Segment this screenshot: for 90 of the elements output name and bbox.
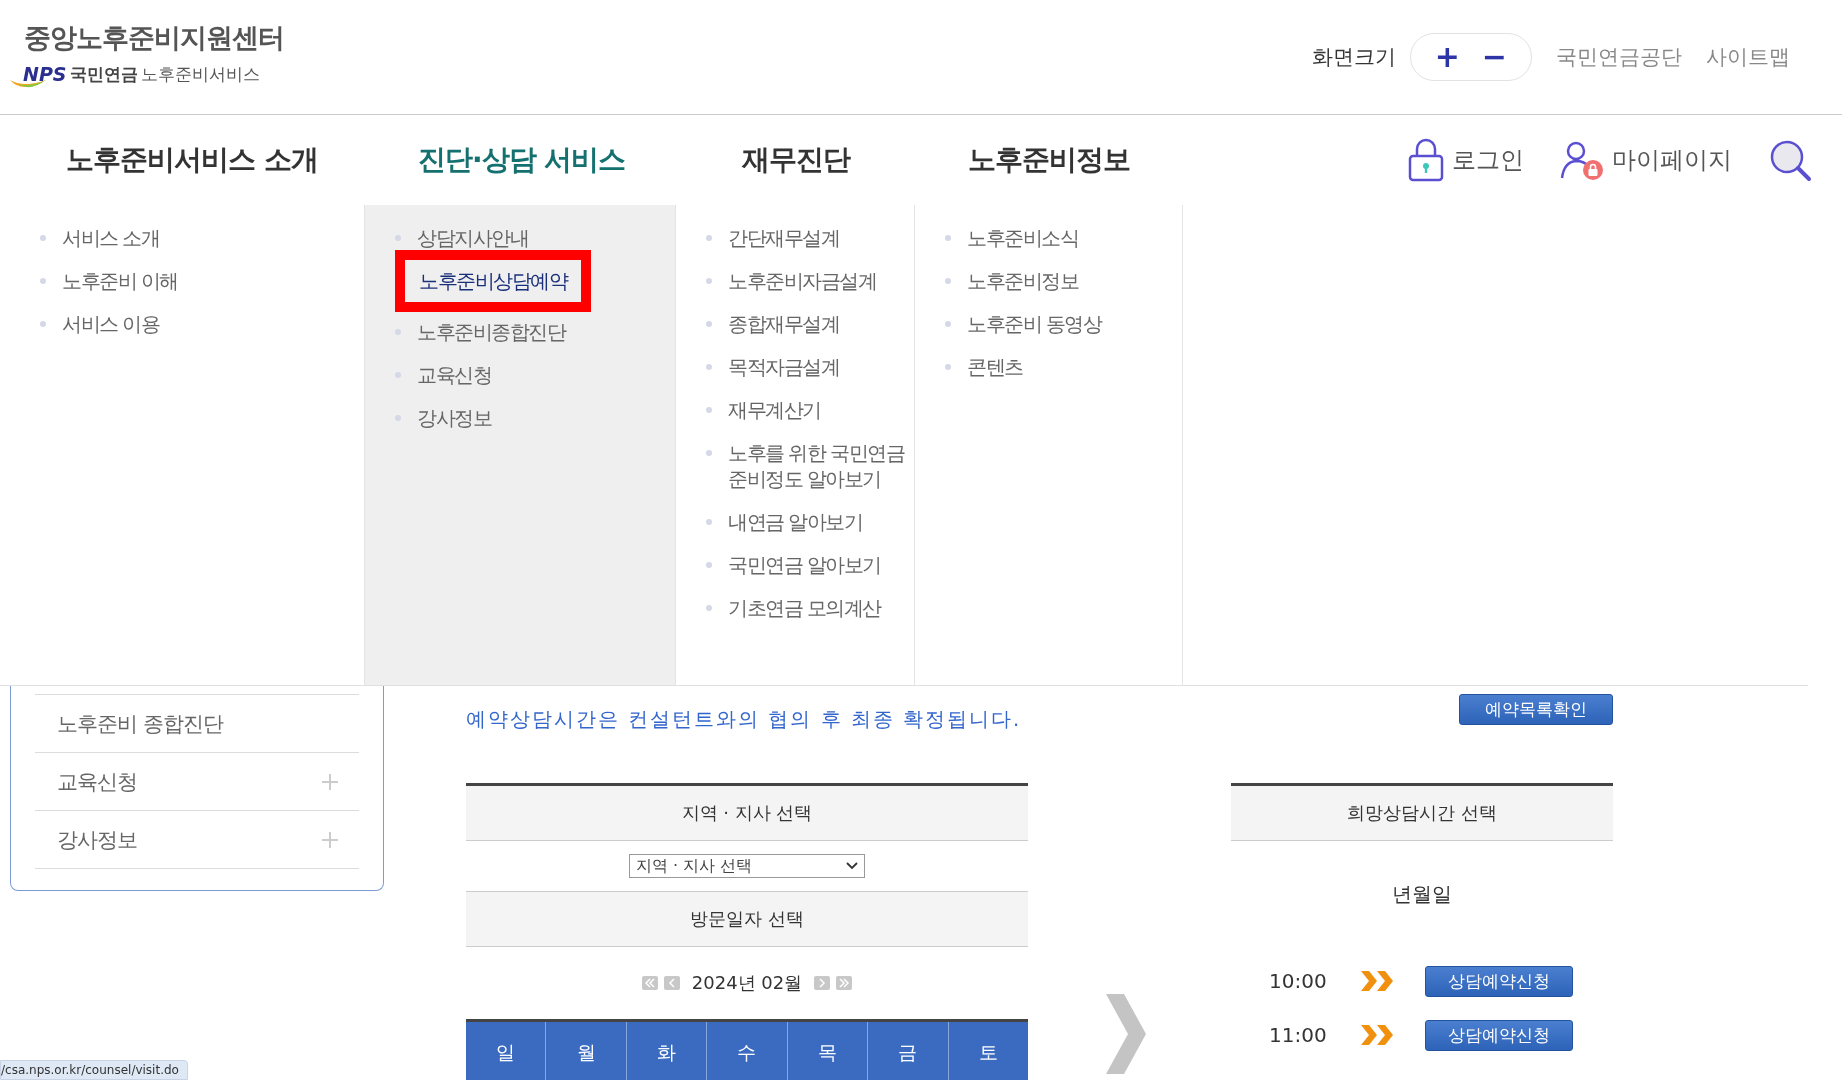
- bullet-icon: [945, 321, 951, 327]
- nav-menu-item[interactable]: 진단·상담 서비스: [418, 141, 742, 179]
- reservation-list-button[interactable]: 예약목록확인: [1459, 694, 1613, 725]
- submenu-item[interactable]: 국민연금 알아보기: [728, 552, 881, 578]
- nav-menu-item[interactable]: 재무진단: [742, 141, 968, 179]
- submenu-item[interactable]: 노후준비자금설계: [728, 268, 876, 294]
- submenu-item[interactable]: 목적자금설계: [728, 354, 839, 380]
- logo-title[interactable]: 중앙노후준비지원센터: [24, 20, 284, 56]
- double-left-icon[interactable]: [641, 976, 658, 990]
- bullet-icon: [395, 235, 401, 241]
- bullet-icon: [945, 278, 951, 284]
- submenu-item[interactable]: 서비스 소개: [62, 225, 160, 251]
- sidebar-item[interactable]: 교육신청: [57, 767, 137, 796]
- submenu-item[interactable]: 노후준비소식: [967, 225, 1078, 251]
- submenu-item[interactable]: 노후준비종합진단: [417, 319, 565, 345]
- reserve-button[interactable]: 상담예약신청: [1425, 965, 1573, 997]
- time-label: 11:00: [1269, 1023, 1328, 1047]
- weekday-header: 수: [707, 1022, 788, 1080]
- submenu-item[interactable]: 콘텐츠: [967, 354, 1023, 380]
- chevron-down-icon: [846, 862, 858, 870]
- notice-text: 예약상담시간은 컨설턴트와의 협의 후 최종 확정됩니다.: [466, 707, 1023, 733]
- bullet-icon: [945, 364, 951, 370]
- bullet-icon: [706, 605, 712, 611]
- submenu-item[interactable]: 종합재무설계: [728, 311, 839, 337]
- time-label: 10:00: [1269, 969, 1328, 993]
- weekday-header: 일: [466, 1022, 547, 1080]
- weekday-header: 토: [948, 1022, 1028, 1080]
- sidebar-item[interactable]: 노후준비 종합진단: [57, 709, 223, 738]
- bullet-icon: [395, 415, 401, 421]
- weekday-header: 화: [626, 1022, 708, 1080]
- header-link[interactable]: 사이트맵: [1706, 43, 1790, 71]
- bullet-icon: [40, 278, 46, 284]
- logo-org: 국민연금: [69, 62, 138, 86]
- logo-service: 노후준비서비스: [140, 62, 260, 86]
- bullet-icon: [40, 235, 46, 241]
- submenu-item[interactable]: 노후를 위한 국민연금 준비정도 알아보기: [728, 440, 908, 492]
- region-select[interactable]: 지역 · 지사 선택: [629, 854, 865, 878]
- submenu-item[interactable]: 내연금 알아보기: [728, 509, 863, 535]
- submenu-item[interactable]: 노후준비 동영상: [967, 311, 1102, 337]
- weekday-header: 월: [546, 1022, 627, 1080]
- date-label: 년월일: [1391, 881, 1453, 908]
- double-right-icon[interactable]: [836, 976, 853, 990]
- reserve-button[interactable]: 상담예약신청: [1425, 1019, 1573, 1051]
- bullet-icon: [40, 321, 46, 327]
- bullet-icon: [706, 278, 712, 284]
- table-header: 지역 · 지사 선택: [466, 786, 1028, 841]
- submenu-item[interactable]: 서비스 이용: [62, 311, 160, 337]
- submenu-item[interactable]: 기초연금 모의계산: [728, 595, 881, 621]
- bullet-icon: [395, 329, 401, 335]
- zoom-in-button[interactable]: +: [1428, 40, 1466, 74]
- nav-action-link[interactable]: 로그인: [1452, 144, 1524, 176]
- nav-menu-item[interactable]: 노후준비서비스 소개: [66, 141, 418, 179]
- submenu-item[interactable]: 재무계산기: [728, 397, 821, 423]
- nav-menu-item[interactable]: 노후준비정보: [968, 141, 1130, 179]
- header-link[interactable]: 국민연금공단: [1556, 43, 1682, 71]
- submenu-item[interactable]: 노후준비정보: [967, 268, 1078, 294]
- chevron-right-icon: [1106, 994, 1146, 1074]
- zoom-out-button[interactable]: −: [1475, 40, 1513, 74]
- submenu-item[interactable]: 강사정보: [417, 405, 491, 431]
- bullet-icon: [706, 364, 712, 370]
- submenu-item[interactable]: 노후준비 이해: [62, 268, 178, 294]
- bullet-icon: [706, 407, 712, 413]
- bullet-icon: [706, 562, 712, 568]
- table-header: 희망상담시간 선택: [1231, 786, 1613, 841]
- search-icon[interactable]: [1768, 138, 1812, 182]
- bullet-icon: [706, 450, 712, 456]
- left-icon[interactable]: [663, 976, 680, 990]
- logo-brand: NPS: [23, 63, 67, 85]
- double-chevron-icon: [1359, 969, 1395, 993]
- sidebar-item[interactable]: 강사정보: [57, 825, 137, 854]
- bullet-icon: [706, 235, 712, 241]
- weekday-header: 목: [787, 1022, 869, 1080]
- table-header: 방문일자 선택: [466, 892, 1028, 947]
- double-chevron-icon: [1359, 1023, 1395, 1047]
- status-url: /csa.nps.or.kr/counsel/visit.do: [0, 1060, 188, 1080]
- month-label: 2024년 02월: [691, 971, 803, 995]
- submenu-item[interactable]: 간단재무설계: [728, 225, 839, 251]
- submenu-item[interactable]: 상담지사안내: [417, 225, 528, 251]
- font-size-label: 화면크기: [1311, 44, 1396, 71]
- weekday-header: 금: [868, 1022, 949, 1080]
- bullet-icon: [706, 321, 712, 327]
- nav-action-link[interactable]: 마이페이지: [1612, 144, 1732, 176]
- swoosh-icon: [10, 80, 46, 88]
- right-icon[interactable]: [814, 976, 831, 990]
- user-lock-icon: [1560, 140, 1604, 180]
- submenu-item[interactable]: 교육신청: [417, 362, 491, 388]
- bullet-icon: [945, 235, 951, 241]
- bullet-icon: [395, 372, 401, 378]
- lock-icon: [1408, 138, 1444, 182]
- bullet-icon: [706, 519, 712, 525]
